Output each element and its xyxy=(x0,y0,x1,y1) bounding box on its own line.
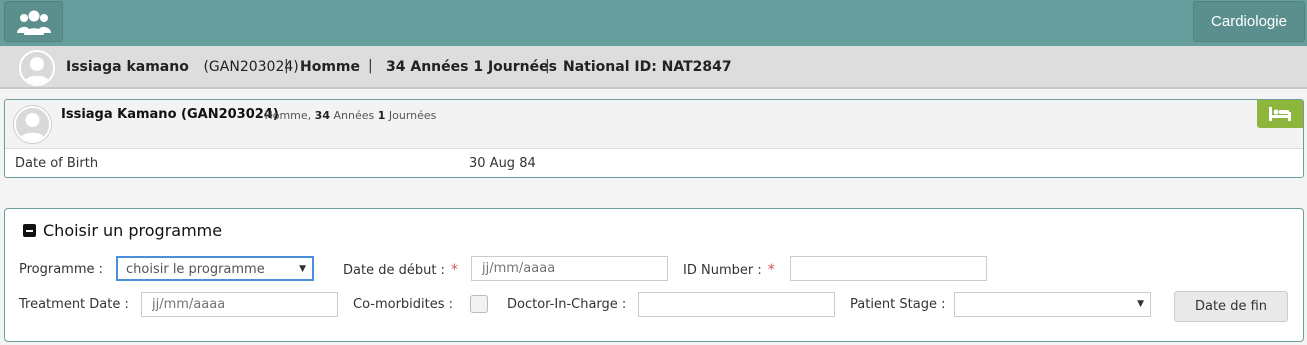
programme-label: Programme : xyxy=(19,262,104,277)
chevron-down-icon: ▼ xyxy=(299,264,306,274)
start-date-input[interactable] xyxy=(471,256,668,281)
program-form-card: Choisir un programme Programme : choisir… xyxy=(4,208,1304,342)
avatar xyxy=(19,50,55,86)
treatment-date-input[interactable] xyxy=(141,292,338,317)
user-placeholder-icon xyxy=(21,52,53,84)
start-date-label: Date de début : * xyxy=(343,262,458,278)
programme-select[interactable]: choisir le programme ▼ xyxy=(116,256,314,281)
patient-gender: Homme xyxy=(300,59,361,75)
patient-info-card: Issiaga Kamano (GAN203024) - Homme, 34 A… xyxy=(4,99,1304,178)
section-title-text: Choisir un programme xyxy=(43,221,223,240)
doctor-input[interactable] xyxy=(638,292,835,317)
top-bar: Cardiologie xyxy=(0,0,1307,46)
treatment-date-label: Treatment Date : xyxy=(19,297,129,312)
comorbidities-label: Co-morbidites : xyxy=(353,297,454,312)
user-placeholder-icon xyxy=(16,108,49,141)
patient-stage-select[interactable]: ▼ xyxy=(954,292,1151,317)
patient-card-name: Issiaga Kamano (GAN203024) xyxy=(61,107,279,122)
patient-stage-label: Patient Stage : xyxy=(850,297,946,312)
home-button[interactable] xyxy=(4,1,63,42)
patient-header-strip: Issiaga kamano (GAN203024) | Homme | 34 … xyxy=(0,46,1307,89)
patient-national-id: National ID: NAT2847 xyxy=(563,59,732,75)
bed-button[interactable] xyxy=(1257,100,1303,128)
separator: | xyxy=(545,58,550,74)
comorbidities-checkbox[interactable] xyxy=(470,295,488,313)
end-date-button[interactable]: Date de fin xyxy=(1174,291,1288,322)
dob-value: 30 Aug 84 xyxy=(469,156,536,171)
separator: | xyxy=(368,58,373,74)
doctor-label: Doctor-In-Charge : xyxy=(507,297,627,312)
patient-card-meta: - Homme, 34 Années 1 Journées xyxy=(257,109,437,122)
collapse-icon[interactable] xyxy=(23,224,36,237)
users-group-icon xyxy=(16,10,51,35)
patient-name: Issiaga kamano (GAN203024) xyxy=(66,59,299,75)
section-title[interactable]: Choisir un programme xyxy=(23,221,222,240)
avatar xyxy=(14,106,51,143)
id-number-input[interactable] xyxy=(790,256,987,281)
id-number-label: ID Number : * xyxy=(683,262,775,278)
programme-select-value: choisir le programme xyxy=(126,262,265,277)
separator: | xyxy=(284,58,289,74)
department-button[interactable]: Cardiologie xyxy=(1193,1,1305,42)
patient-age: 34 Années 1 Journées xyxy=(386,59,557,75)
bed-icon xyxy=(1269,107,1291,121)
dob-label: Date of Birth xyxy=(15,156,99,171)
patient-card-header: Issiaga Kamano (GAN203024) - Homme, 34 A… xyxy=(5,100,1303,149)
chevron-down-icon: ▼ xyxy=(1137,299,1144,309)
